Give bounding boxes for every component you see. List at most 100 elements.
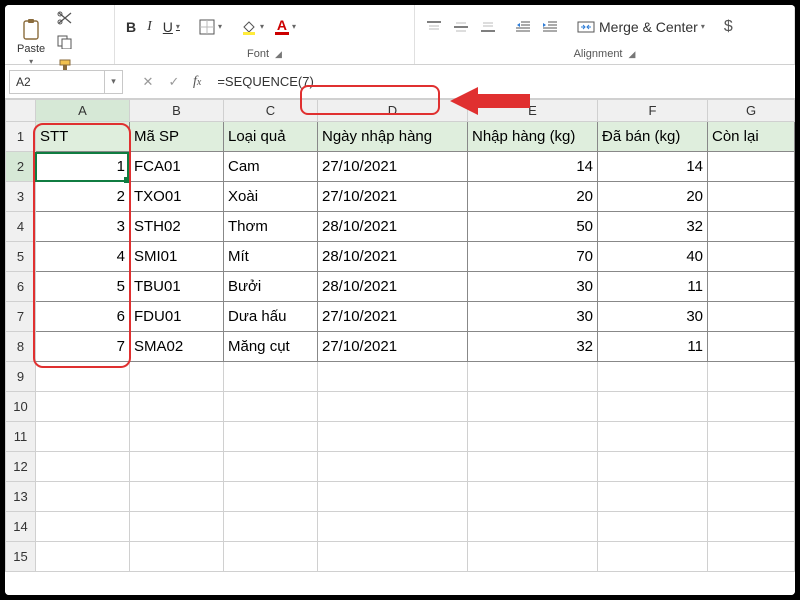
dialog-launcher-icon[interactable]: ◢ [629, 49, 636, 60]
row-header[interactable]: 2 [6, 152, 36, 182]
row-header[interactable]: 10 [6, 392, 36, 422]
currency-button[interactable]: $ [719, 14, 738, 40]
cell[interactable]: 20 [598, 182, 708, 212]
cell[interactable]: 14 [468, 152, 598, 182]
cell[interactable]: Mã SP [130, 122, 224, 152]
column-header-A[interactable]: A [36, 100, 130, 122]
cell[interactable] [318, 422, 468, 452]
cell[interactable]: 32 [598, 212, 708, 242]
cell[interactable] [36, 542, 130, 572]
cell[interactable] [224, 422, 318, 452]
cell[interactable]: TBU01 [130, 272, 224, 302]
cell[interactable] [598, 482, 708, 512]
cell[interactable]: 30 [468, 272, 598, 302]
fx-icon[interactable]: fx [193, 74, 201, 90]
column-header-F[interactable]: F [598, 100, 708, 122]
row-header[interactable]: 15 [6, 542, 36, 572]
cell[interactable] [468, 542, 598, 572]
cell[interactable] [708, 362, 795, 392]
row-header[interactable]: 6 [6, 272, 36, 302]
cell[interactable]: 27/10/2021 [318, 182, 468, 212]
cell[interactable]: FDU01 [130, 302, 224, 332]
border-button[interactable] [194, 15, 227, 39]
cell[interactable] [468, 392, 598, 422]
cell[interactable] [468, 422, 598, 452]
dialog-launcher-icon[interactable]: ◢ [275, 49, 282, 60]
cell[interactable]: STT [36, 122, 130, 152]
cell[interactable] [598, 542, 708, 572]
cell[interactable]: STH02 [130, 212, 224, 242]
cell[interactable] [708, 452, 795, 482]
cell[interactable]: Bưởi [224, 272, 318, 302]
select-all-button[interactable] [6, 100, 36, 122]
cell[interactable] [708, 182, 795, 212]
column-header-B[interactable]: B [130, 100, 224, 122]
cell[interactable] [224, 512, 318, 542]
cell[interactable] [708, 212, 795, 242]
cell[interactable] [598, 392, 708, 422]
increase-indent-button[interactable] [537, 16, 563, 38]
cell[interactable] [468, 482, 598, 512]
cell[interactable] [708, 302, 795, 332]
row-header[interactable]: 14 [6, 512, 36, 542]
cell[interactable]: 28/10/2021 [318, 242, 468, 272]
cell[interactable]: 40 [598, 242, 708, 272]
cell[interactable]: Xoài [224, 182, 318, 212]
row-header[interactable]: 13 [6, 482, 36, 512]
cell[interactable]: Dưa hấu [224, 302, 318, 332]
cell[interactable] [36, 392, 130, 422]
cell[interactable]: Nhập hàng (kg) [468, 122, 598, 152]
cell[interactable]: 27/10/2021 [318, 332, 468, 362]
name-box[interactable]: A2 [9, 70, 105, 94]
cell[interactable]: Cam [224, 152, 318, 182]
cell[interactable]: Măng cụt [224, 332, 318, 362]
cell[interactable]: Đã bán (kg) [598, 122, 708, 152]
row-header[interactable]: 1 [6, 122, 36, 152]
align-top-button[interactable] [421, 16, 447, 38]
cell[interactable] [708, 332, 795, 362]
row-header[interactable]: 7 [6, 302, 36, 332]
cell[interactable] [36, 362, 130, 392]
cell[interactable]: 28/10/2021 [318, 212, 468, 242]
cell[interactable] [318, 362, 468, 392]
row-header[interactable]: 5 [6, 242, 36, 272]
cell[interactable] [708, 392, 795, 422]
cell[interactable] [598, 422, 708, 452]
row-header[interactable]: 12 [6, 452, 36, 482]
cell[interactable] [598, 452, 708, 482]
cell[interactable]: 27/10/2021 [318, 152, 468, 182]
copy-button[interactable] [52, 31, 78, 53]
cell[interactable]: Thơm [224, 212, 318, 242]
column-header-D[interactable]: D [318, 100, 468, 122]
cell[interactable] [36, 422, 130, 452]
cell[interactable]: 27/10/2021 [318, 302, 468, 332]
cell[interactable]: Loại quả [224, 122, 318, 152]
cell[interactable] [224, 362, 318, 392]
cell[interactable]: TXO01 [130, 182, 224, 212]
cell[interactable] [598, 512, 708, 542]
cell[interactable] [130, 512, 224, 542]
cell[interactable]: 30 [468, 302, 598, 332]
underline-button[interactable]: U [158, 15, 185, 39]
row-header[interactable]: 9 [6, 362, 36, 392]
cell[interactable] [130, 542, 224, 572]
cell[interactable]: 5 [36, 272, 130, 302]
cell[interactable] [224, 482, 318, 512]
fill-color-button[interactable] [236, 15, 269, 39]
align-bottom-button[interactable] [475, 16, 501, 38]
cell[interactable]: 50 [468, 212, 598, 242]
cell[interactable]: 3 [36, 212, 130, 242]
accept-formula-button[interactable]: ✓ [161, 70, 187, 94]
cell[interactable]: FCA01 [130, 152, 224, 182]
cell[interactable]: SMI01 [130, 242, 224, 272]
cell[interactable] [708, 542, 795, 572]
cell[interactable] [130, 362, 224, 392]
cell[interactable]: Còn lại [708, 122, 795, 152]
cell[interactable] [318, 452, 468, 482]
merge-center-button[interactable]: Merge & Center [572, 15, 710, 39]
cell[interactable] [708, 422, 795, 452]
cell[interactable] [318, 482, 468, 512]
paste-button[interactable]: Paste ▾ [11, 17, 51, 68]
cell[interactable]: 20 [468, 182, 598, 212]
column-header-C[interactable]: C [224, 100, 318, 122]
